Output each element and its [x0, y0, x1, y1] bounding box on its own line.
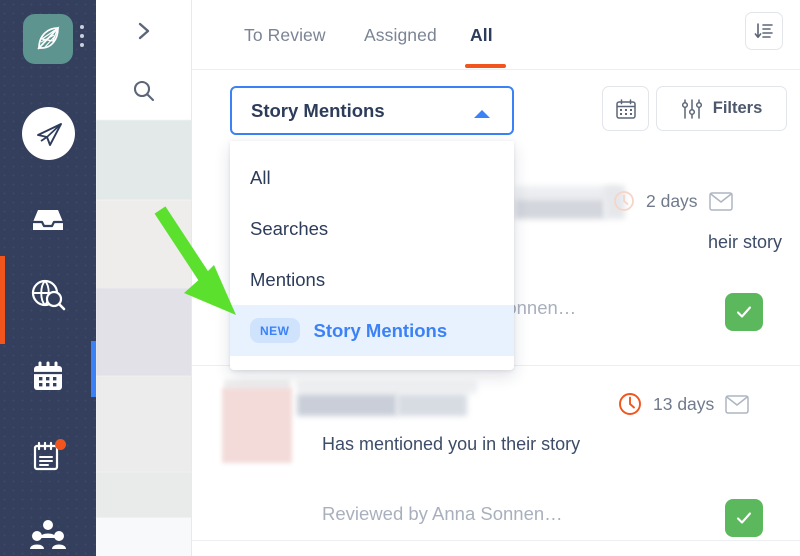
dropdown-option-searches[interactable]: Searches	[230, 203, 514, 254]
dot	[80, 25, 84, 29]
approve-button[interactable]	[725, 293, 763, 331]
paper-plane-icon	[33, 118, 65, 150]
expand-list-button[interactable]	[96, 0, 192, 62]
check-icon	[734, 508, 754, 528]
compose-button[interactable]	[22, 107, 75, 160]
dropdown-option-mentions[interactable]: Mentions	[230, 254, 514, 305]
mention-age: 2 days	[646, 191, 698, 212]
mention-type-dropdown: Story Mentions All Searches Mentions NEW…	[230, 86, 514, 135]
clock-icon	[613, 190, 635, 212]
notification-badge	[55, 439, 66, 450]
date-range-button[interactable]	[602, 86, 649, 131]
sidebar-item-inbox[interactable]	[26, 198, 70, 242]
tab-to-review[interactable]: To Review	[244, 0, 326, 70]
calendar-icon	[31, 361, 65, 393]
dropdown-menu: All Searches Mentions NEW Story Mentions	[230, 141, 514, 370]
globe-search-icon	[30, 279, 66, 311]
dropdown-selected-value: Story Mentions	[251, 100, 385, 122]
filters-label: Filters	[713, 99, 763, 118]
check-icon	[734, 302, 754, 322]
filters-button[interactable]: Filters	[656, 86, 787, 131]
envelope-icon[interactable]	[725, 395, 749, 414]
app-window: To Review Assigned All heir story 2 days	[0, 0, 800, 556]
conversation-list-column	[96, 0, 192, 556]
list-item[interactable]	[96, 200, 192, 288]
sort-button[interactable]	[745, 12, 783, 50]
tab-all[interactable]: All	[470, 0, 493, 70]
sidebar-item-calendar[interactable]	[26, 355, 70, 399]
sliders-icon	[681, 98, 703, 120]
main-panel: To Review Assigned All heir story 2 days	[192, 0, 800, 556]
navigation-rail	[0, 0, 96, 556]
tab-active-indicator	[465, 64, 506, 68]
dropdown-option-story-mentions[interactable]: NEW Story Mentions	[230, 305, 514, 356]
list-item[interactable]	[96, 472, 192, 518]
approve-button[interactable]	[725, 499, 763, 537]
redacted-author-name	[297, 381, 477, 394]
clock-icon	[618, 392, 642, 416]
team-icon	[30, 519, 66, 549]
sidebar-item-team[interactable]	[26, 512, 70, 556]
leaf-logo-icon	[32, 23, 64, 55]
avatar	[222, 388, 292, 463]
tab-bar: To Review Assigned All	[192, 0, 800, 70]
list-item[interactable]	[96, 376, 192, 472]
list-item[interactable]	[96, 288, 192, 376]
envelope-icon[interactable]	[709, 192, 733, 211]
dropdown-control[interactable]: Story Mentions	[230, 86, 514, 135]
mention-meta: 2 days	[613, 190, 733, 212]
sort-descending-icon	[754, 21, 774, 41]
redacted-author-meta	[397, 394, 467, 416]
chevron-right-icon	[133, 20, 155, 42]
mention-footer: Reviewed by Anna Sonnen…	[322, 503, 563, 525]
list-item[interactable]	[96, 120, 192, 200]
rail-active-indicator-orange	[0, 256, 5, 344]
list-search-button[interactable]	[96, 62, 192, 120]
dropdown-option-all[interactable]: All	[230, 152, 514, 203]
new-badge: NEW	[250, 318, 300, 343]
mention-subtitle: Has mentioned you in their story	[322, 434, 580, 455]
tab-assigned[interactable]: Assigned	[364, 0, 437, 70]
mention-age: 13 days	[653, 394, 714, 415]
dropdown-option-label: Story Mentions	[314, 320, 448, 342]
app-logo[interactable]	[23, 14, 73, 64]
chevron-up-icon[interactable]	[473, 107, 491, 125]
mention-subtitle: heir story	[708, 232, 782, 253]
app-options-menu-button[interactable]	[80, 25, 84, 47]
redacted-author-handle	[515, 199, 605, 219]
list-item[interactable]	[96, 518, 192, 556]
dot	[80, 43, 84, 47]
sidebar-item-discovery[interactable]	[26, 273, 70, 317]
sidebar-item-reports[interactable]	[26, 434, 70, 478]
calendar-icon	[615, 98, 637, 120]
mention-meta: 13 days	[618, 392, 749, 416]
redacted-author-handle	[297, 394, 397, 416]
dot	[80, 34, 84, 38]
search-icon	[132, 79, 156, 103]
inbox-icon	[31, 206, 65, 234]
